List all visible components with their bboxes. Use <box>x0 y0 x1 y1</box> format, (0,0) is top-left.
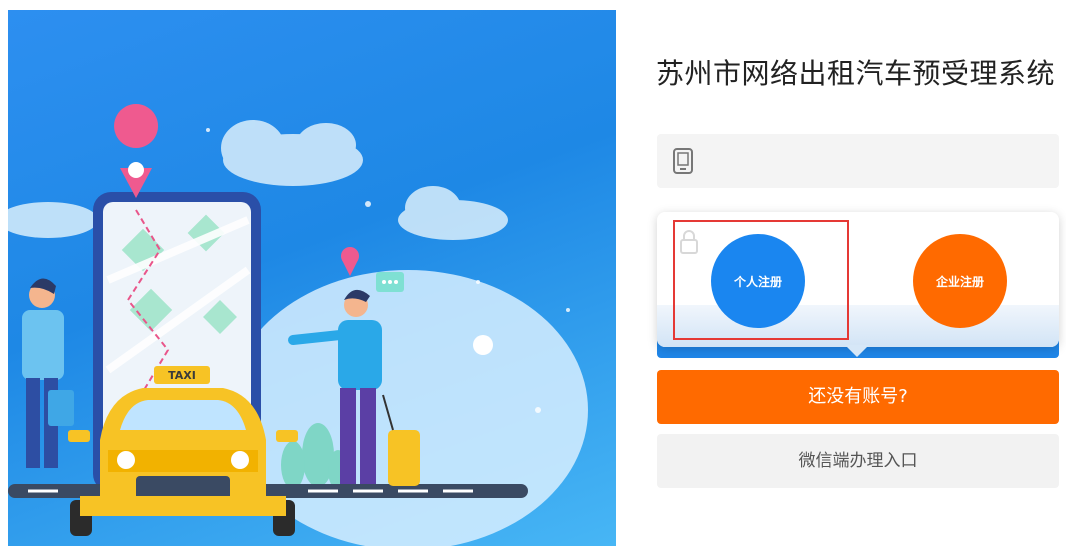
mobile-phone-icon <box>673 148 693 174</box>
phone-input[interactable] <box>707 142 1047 180</box>
taxi-sign-text: TAXI <box>168 369 196 382</box>
highlight-box <box>673 220 849 340</box>
wechat-entry-button[interactable]: 微信端办理入口 <box>657 434 1059 488</box>
taxi-illustration: TAXI <box>8 10 616 546</box>
illustration-art: TAXI <box>8 104 588 546</box>
login-page: TAXI 苏州市网络出租汽车预受理系统 登录 <box>0 0 1066 546</box>
no-account-signup-button[interactable]: 还没有账号? <box>657 370 1059 424</box>
popup-pointer <box>845 345 869 357</box>
phone-field-container <box>657 134 1059 188</box>
register-type-popup: 个人注册 企业注册 <box>657 212 1059 357</box>
company-register-button[interactable]: 企业注册 <box>913 234 1007 328</box>
page-title: 苏州市网络出租汽车预受理系统 <box>656 57 1056 90</box>
